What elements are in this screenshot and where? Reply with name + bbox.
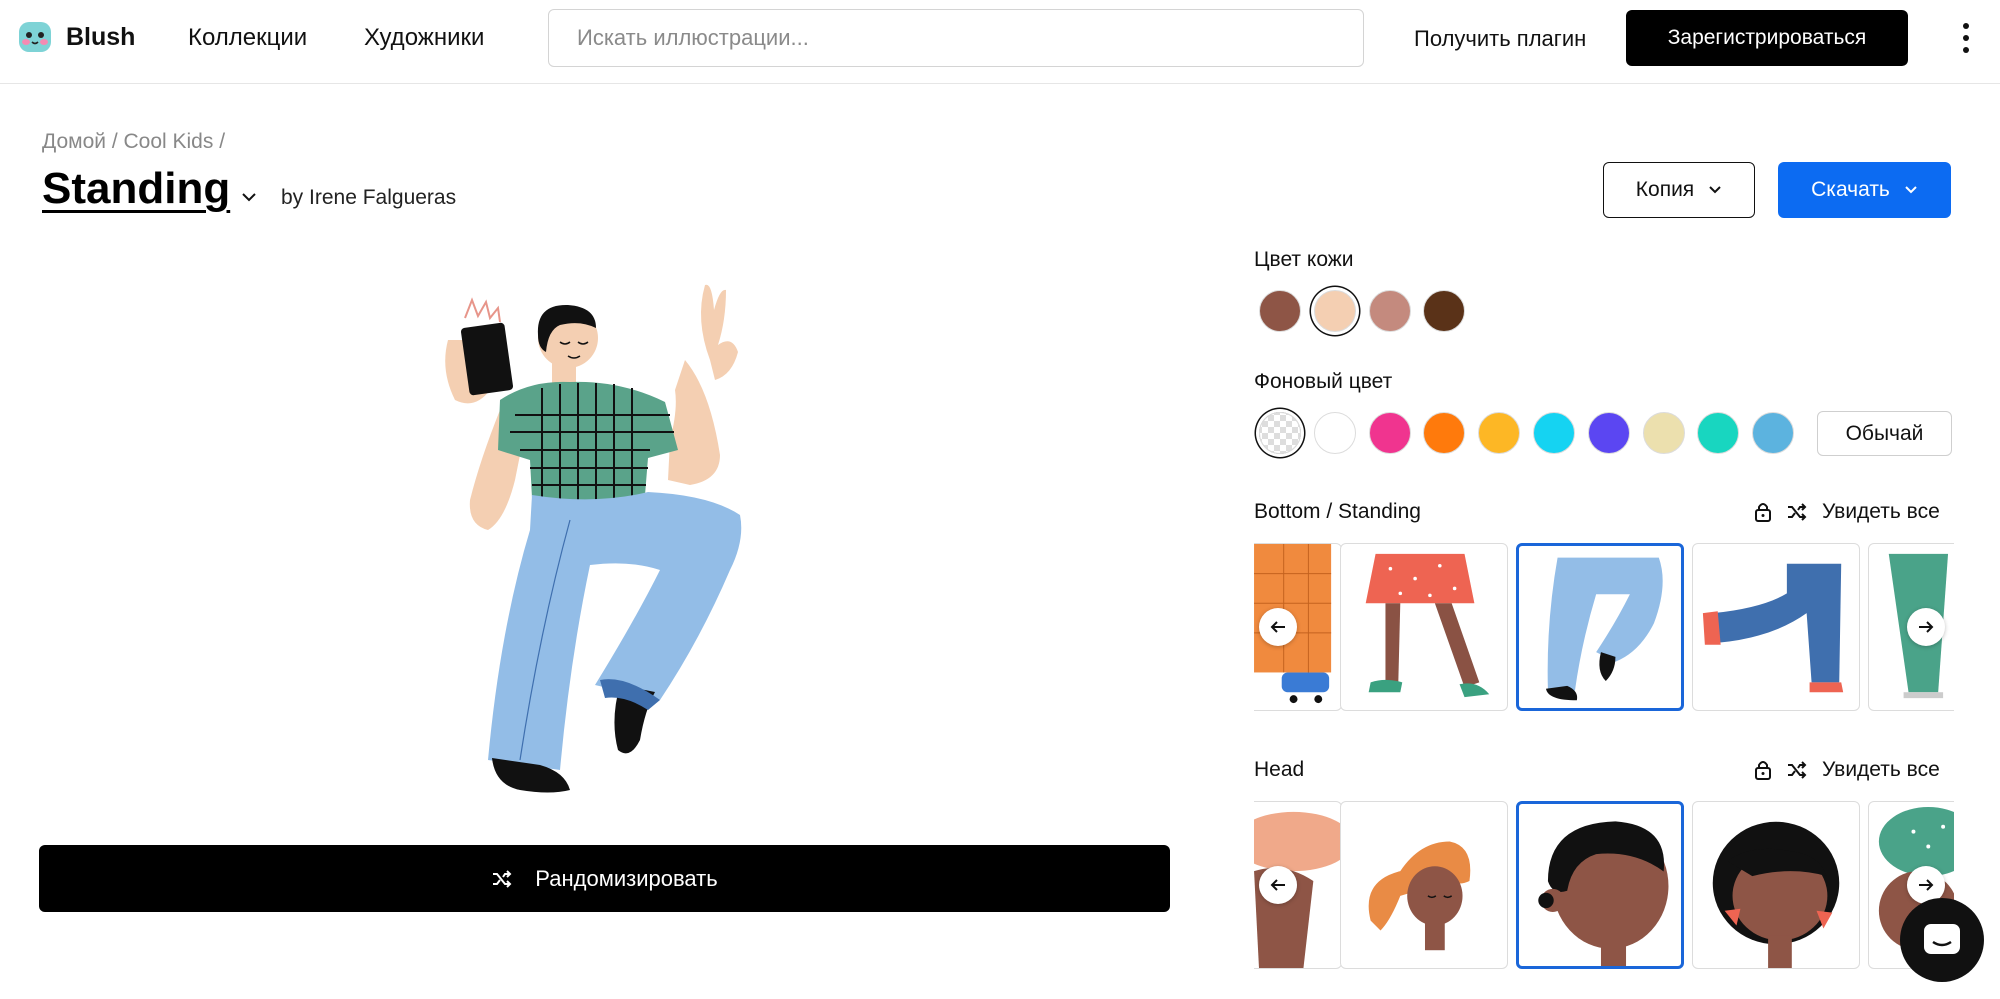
bottom-option-thumbnail — [1702, 563, 1844, 693]
carousel-prev-button[interactable] — [1259, 608, 1297, 646]
head-option-thumbnail — [1712, 821, 1840, 968]
download-button[interactable]: Скачать — [1778, 162, 1951, 218]
skin-color-swatch[interactable] — [1313, 290, 1356, 332]
bottom-carousel — [1254, 541, 1954, 713]
head-section-title: Head — [1254, 758, 1305, 781]
author-link[interactable]: by Irene Falgueras — [281, 186, 456, 210]
background-color-swatch[interactable] — [1423, 412, 1466, 454]
carousel-item[interactable] — [1692, 543, 1860, 711]
copy-button-label: Копия — [1635, 178, 1695, 201]
carousel-prev-button[interactable] — [1259, 866, 1297, 904]
arrow-right-icon — [1919, 879, 1934, 891]
bottom-option-thumbnail — [1365, 553, 1490, 698]
background-color-swatch[interactable] — [1533, 412, 1575, 454]
page-title[interactable]: Standing — [42, 164, 230, 214]
custom-color-button[interactable]: Обычай — [1817, 411, 1952, 456]
background-color-swatch[interactable] — [1478, 412, 1521, 454]
breadcrumb[interactable]: Домой / Cool Kids / — [42, 130, 225, 154]
lock-icon[interactable] — [1754, 501, 1772, 523]
carousel-next-button[interactable] — [1907, 608, 1945, 646]
randomize-button[interactable]: Рандомизировать — [39, 845, 1170, 912]
carousel-item-selected[interactable] — [1516, 543, 1684, 711]
copy-button[interactable]: Копия — [1603, 162, 1755, 218]
randomize-button-label: Рандомизировать — [535, 865, 718, 891]
background-color-swatch[interactable] — [1587, 412, 1630, 454]
blush-logo-icon — [19, 22, 51, 52]
arrow-left-icon — [1270, 621, 1285, 633]
background-color-swatch[interactable] — [1642, 412, 1685, 454]
top-navbar: Blush Коллекции Художники Получить плаги… — [0, 0, 2000, 84]
carousel-item[interactable] — [1340, 801, 1508, 969]
search-input[interactable] — [548, 9, 1364, 67]
carousel-item-selected[interactable] — [1516, 801, 1684, 969]
arrow-left-icon — [1270, 879, 1285, 891]
arrow-right-icon — [1919, 621, 1934, 633]
bottom-option-thumbnail — [1546, 557, 1663, 701]
signup-button[interactable]: Зарегистрироваться — [1626, 10, 1908, 66]
head-option-thumbnail — [1538, 821, 1669, 966]
chevron-down-icon[interactable] — [240, 190, 258, 204]
background-color-swatch[interactable] — [1697, 412, 1740, 454]
head-option-thumbnail — [1368, 841, 1471, 951]
head-section-tools: Увидеть все — [1754, 758, 1940, 782]
background-color-swatch[interactable] — [1368, 412, 1411, 454]
bottom-section-title: Bottom / Standing — [1254, 500, 1421, 523]
carousel-item[interactable] — [1692, 801, 1860, 969]
shuffle-icon[interactable] — [1786, 760, 1808, 780]
nav-artists[interactable]: Художники — [364, 24, 484, 52]
background-color-label: Фоновый цвет — [1254, 370, 1393, 393]
see-all-link[interactable]: Увидеть все — [1822, 758, 1940, 782]
background-color-swatch[interactable] — [1752, 412, 1795, 454]
carousel-item[interactable] — [1340, 543, 1508, 711]
get-plugin-link[interactable]: Получить плагин — [1414, 26, 1586, 52]
chat-icon — [1924, 924, 1960, 954]
skin-color-swatch[interactable] — [1259, 290, 1301, 332]
chevron-down-icon — [1709, 186, 1721, 194]
character-illustration — [445, 284, 742, 793]
shuffle-icon[interactable] — [1786, 502, 1808, 522]
chevron-down-icon — [1905, 186, 1917, 194]
background-color-swatch[interactable] — [1259, 412, 1301, 454]
bottom-section-tools: Увидеть все — [1754, 500, 1940, 524]
logo[interactable]: Blush — [18, 20, 135, 54]
chat-support-button[interactable] — [1900, 898, 1984, 982]
skin-color-label: Цвет кожи — [1254, 248, 1354, 271]
see-all-link[interactable]: Увидеть все — [1822, 500, 1940, 524]
skin-color-swatch[interactable] — [1368, 290, 1411, 332]
background-color-swatch[interactable] — [1313, 412, 1356, 454]
logo-text: Blush — [66, 22, 136, 51]
skin-color-swatch[interactable] — [1423, 290, 1466, 332]
head-carousel — [1254, 799, 1954, 971]
download-button-label: Скачать — [1811, 178, 1890, 201]
shuffle-icon — [493, 869, 512, 888]
lock-icon[interactable] — [1754, 759, 1772, 781]
more-options-icon[interactable] — [1956, 20, 1976, 56]
nav-collections[interactable]: Коллекции — [188, 24, 307, 52]
